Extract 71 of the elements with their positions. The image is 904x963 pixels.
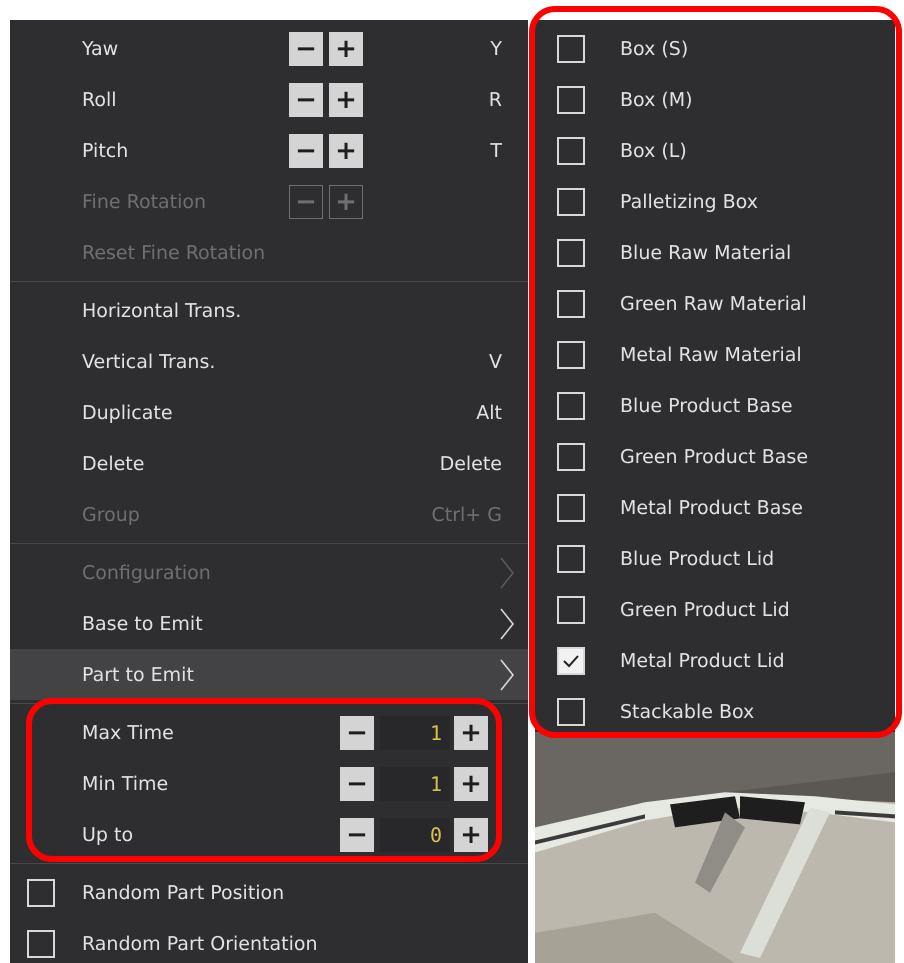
menu-item-label[interactable]: Pitch (82, 140, 289, 162)
checkbox[interactable] (27, 930, 55, 958)
shortcut-label: Delete (440, 452, 502, 474)
menu-item-label[interactable]: Duplicate (82, 402, 173, 424)
menu-item-label[interactable]: Roll (82, 88, 289, 110)
checkbox[interactable] (557, 698, 585, 726)
submenu-item-label[interactable]: Blue Product Lid (620, 548, 774, 570)
increment-button[interactable]: + (329, 82, 363, 116)
number-field[interactable]: 0 (380, 818, 450, 852)
checkbox[interactable] (557, 188, 585, 216)
chevron-right-icon (498, 658, 516, 692)
shortcut-label: Ctrl+ G (432, 504, 502, 526)
number-field[interactable]: 1 (380, 716, 450, 750)
menu-item-label[interactable]: Part to Emit (82, 664, 194, 686)
increment-button[interactable]: + (454, 818, 488, 852)
checkbox[interactable] (557, 34, 585, 62)
shortcut-label: Alt (476, 402, 502, 424)
menu-item-label[interactable]: Delete (82, 452, 144, 474)
menu-item-label[interactable]: Min Time (82, 772, 168, 794)
menu-item-label[interactable]: Random Part Orientation (82, 932, 318, 954)
checkbox[interactable] (27, 878, 55, 906)
submenu-item-label[interactable]: Palletizing Box (620, 190, 758, 212)
submenu-item-label[interactable]: Blue Raw Material (620, 242, 792, 264)
submenu-item-label[interactable]: Box (M) (620, 88, 693, 110)
checkbox[interactable] (557, 544, 585, 572)
checkbox[interactable] (557, 86, 585, 114)
checkmark-icon (562, 654, 580, 668)
chevron-right-icon (498, 556, 516, 590)
submenu-item-label[interactable]: Metal Product Base (620, 496, 803, 518)
submenu-item-label[interactable]: Box (L) (620, 140, 687, 162)
chevron-right-icon (498, 606, 516, 640)
checkbox[interactable] (557, 494, 585, 522)
submenu-item-label[interactable]: Metal Product Lid (620, 650, 785, 672)
decrement-button[interactable]: − (289, 32, 323, 66)
checkbox[interactable] (557, 596, 585, 624)
decrement-button[interactable]: − (289, 134, 323, 168)
menu-item-label[interactable]: Base to Emit (82, 612, 203, 634)
increment-button[interactable]: + (454, 716, 488, 750)
checkbox[interactable] (557, 646, 585, 674)
increment-button[interactable]: + (454, 766, 488, 800)
shortcut-label: Y (490, 38, 502, 60)
increment-button[interactable]: + (329, 32, 363, 66)
shortcut-label: V (489, 350, 502, 372)
menu-item-label[interactable]: Yaw (82, 38, 289, 60)
submenu-item-label[interactable]: Metal Raw Material (620, 344, 802, 366)
decrement-button[interactable]: − (340, 766, 374, 800)
increment-button[interactable]: + (329, 134, 363, 168)
checkbox[interactable] (557, 290, 585, 318)
shortcut-label: R (488, 88, 502, 110)
number-field[interactable]: 1 (380, 766, 450, 800)
checkbox[interactable] (557, 392, 585, 420)
menu-item-label[interactable]: Horizontal Trans. (82, 300, 242, 322)
menu-item-label[interactable]: Up to (82, 824, 134, 846)
decrement-button[interactable]: − (340, 716, 374, 750)
checkbox[interactable] (557, 238, 585, 266)
checkbox[interactable] (557, 442, 585, 470)
checkbox[interactable] (557, 340, 585, 368)
submenu-item-label[interactable]: Box (S) (620, 38, 688, 60)
submenu-item-label[interactable]: Blue Product Base (620, 394, 793, 416)
submenu-item-label[interactable]: Green Raw Material (620, 292, 807, 314)
shortcut-label: T (490, 140, 502, 162)
decrement-button[interactable]: − (289, 82, 323, 116)
decrement-button[interactable]: − (340, 818, 374, 852)
submenu-item-label[interactable]: Stackable Box (620, 700, 754, 722)
submenu-item-label[interactable]: Green Product Lid (620, 598, 790, 620)
menu-item-label[interactable]: Vertical Trans. (82, 350, 216, 372)
menu-item-label[interactable]: Max Time (82, 722, 174, 744)
checkbox[interactable] (557, 136, 585, 164)
highlighted-menu-row[interactable]: Part to Emit (10, 649, 528, 700)
submenu-item-label[interactable]: Green Product Base (620, 446, 808, 468)
menu-item-label[interactable]: Random Part Position (82, 882, 284, 904)
